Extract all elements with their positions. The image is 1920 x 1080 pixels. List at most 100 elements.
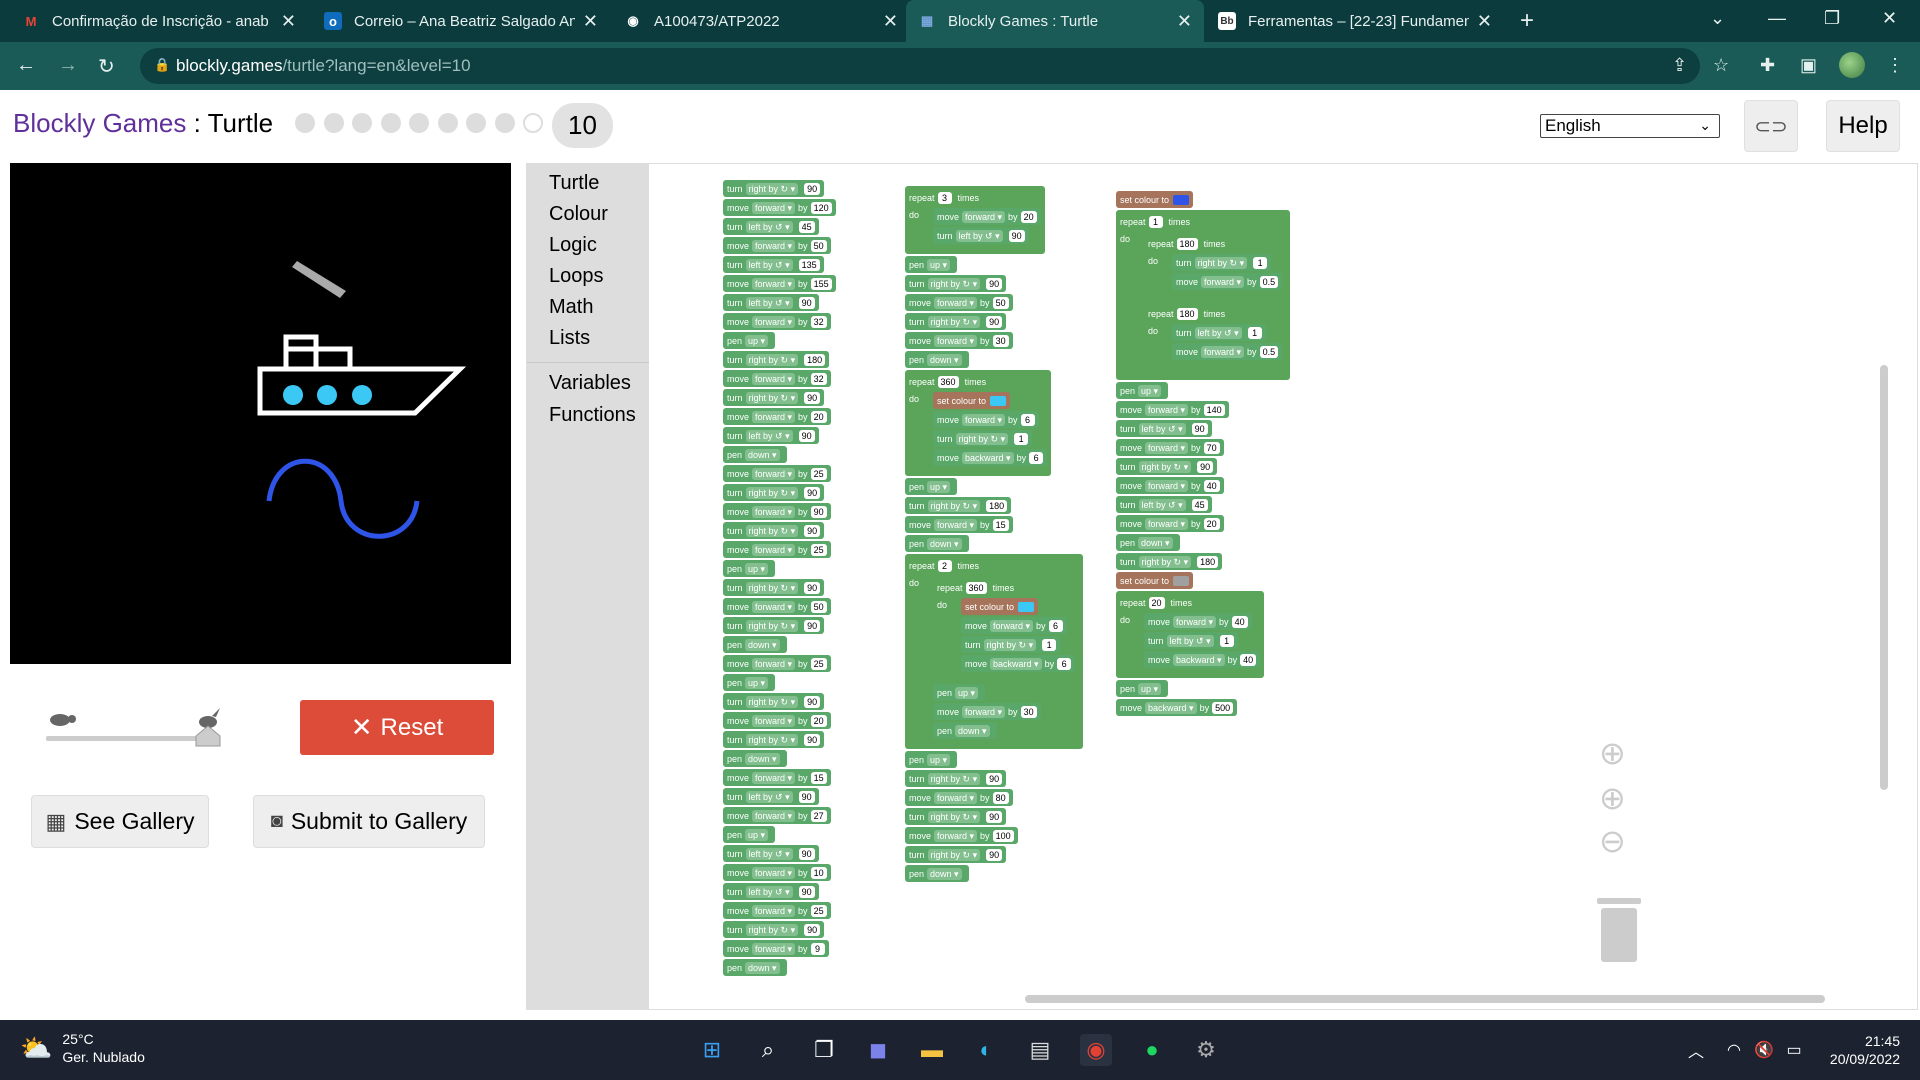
block-dropdown[interactable]: left by ↺ ▾: [745, 885, 793, 898]
turn-block[interactable]: turn right by ↻ ▾ 90: [905, 313, 1007, 330]
move-block[interactable]: move forward ▾ by 30: [933, 703, 1041, 720]
block-dropdown[interactable]: forward ▾: [752, 410, 796, 423]
block-dropdown[interactable]: left by ↺ ▾: [745, 220, 793, 233]
repeat-block[interactable]: repeat 3 times do move forward ▾ by 20 turn left …: [905, 186, 1045, 254]
block-dropdown[interactable]: forward ▾: [752, 505, 796, 518]
number-field[interactable]: 27: [810, 809, 827, 822]
number-field[interactable]: 90: [798, 847, 815, 860]
level-dot[interactable]: [438, 113, 458, 133]
block-dropdown[interactable]: right by ↻ ▾: [927, 499, 981, 512]
block-dropdown[interactable]: forward ▾: [934, 829, 978, 842]
block-dropdown[interactable]: up ▾: [745, 676, 769, 689]
number-field[interactable]: 90: [1197, 460, 1214, 473]
block-dropdown[interactable]: down ▾: [1138, 536, 1173, 549]
block-dropdown[interactable]: right by ↻ ▾: [745, 182, 799, 195]
colour-swatch[interactable]: [1173, 575, 1190, 586]
close-tab-icon[interactable]: ✕: [1177, 11, 1192, 32]
pen-block[interactable]: pen down ▾: [905, 351, 969, 368]
block-dropdown[interactable]: right by ↻ ▾: [745, 923, 799, 936]
turn-block[interactable]: turn left by ↺ ▾ 1: [1144, 632, 1238, 649]
vertical-scrollbar[interactable]: [1880, 365, 1888, 790]
turn-block[interactable]: turn right by ↻ ▾ 90: [723, 921, 825, 938]
menu-kebab-icon[interactable]: ⋮: [1886, 55, 1904, 76]
block-dropdown[interactable]: right by ↻ ▾: [745, 391, 799, 404]
number-field[interactable]: 360: [965, 582, 987, 594]
block-dropdown[interactable]: forward ▾: [752, 809, 796, 822]
toolbox-category-turtle[interactable]: Turtle: [549, 172, 599, 195]
number-field[interactable]: 90: [986, 848, 1003, 861]
turn-block[interactable]: turn left by ↺ ▾ 90: [723, 788, 819, 805]
block-dropdown[interactable]: up ▾: [745, 334, 769, 347]
clock[interactable]: 21:45 20/09/2022: [1826, 1032, 1900, 1068]
turn-block[interactable]: turn right by ↻ ▾ 90: [723, 180, 825, 197]
number-field[interactable]: 135: [798, 258, 820, 271]
see-gallery-button[interactable]: ▦ See Gallery: [31, 795, 209, 848]
number-field[interactable]: 1: [1042, 638, 1057, 651]
move-block[interactable]: move forward ▾ by 80: [905, 789, 1013, 806]
turn-block[interactable]: turn right by ↻ ▾ 90: [723, 579, 825, 596]
move-block[interactable]: move forward ▾ by 50: [723, 598, 831, 615]
block-dropdown[interactable]: forward ▾: [752, 771, 796, 784]
block-stack[interactable]: repeat 3 times do move forward ▾ by 20 turn left …: [905, 186, 1084, 884]
turn-block[interactable]: turn left by ↺ ▾ 90: [933, 227, 1029, 244]
turn-block[interactable]: turn right by ↻ ▾ 90: [905, 770, 1007, 787]
pen-block[interactable]: pen down ▾: [905, 865, 969, 882]
block-dropdown[interactable]: left by ↺ ▾: [1138, 498, 1186, 511]
zoom-in-icon[interactable]: ⊕: [1599, 779, 1626, 817]
toolbox-category-math[interactable]: Math: [549, 296, 593, 319]
show-hidden-icons[interactable]: ︿: [1680, 1034, 1712, 1066]
level-dot[interactable]: [409, 113, 429, 133]
level-dot[interactable]: [523, 113, 543, 133]
block-dropdown[interactable]: down ▾: [927, 353, 962, 366]
block-dropdown[interactable]: forward ▾: [752, 239, 796, 252]
side-panel-icon[interactable]: ▣: [1800, 55, 1817, 76]
number-field[interactable]: 90: [810, 505, 827, 518]
block-dropdown[interactable]: down ▾: [927, 867, 962, 880]
move-block[interactable]: move forward ▾ by 90: [723, 503, 831, 520]
number-field[interactable]: 25: [810, 657, 827, 670]
move-block[interactable]: move forward ▾ by 27: [723, 807, 831, 824]
number-field[interactable]: 25: [810, 904, 827, 917]
code-canvas[interactable]: turn right by ↻ ▾ 90 move forward ▾ by 120 turn…: [649, 164, 1919, 1009]
move-block[interactable]: move forward ▾ by 15: [905, 516, 1013, 533]
brand-link[interactable]: Blockly Games: [13, 108, 186, 138]
block-dropdown[interactable]: right by ↻ ▾: [745, 619, 799, 632]
number-field[interactable]: 6: [1057, 657, 1072, 670]
number-field[interactable]: 180: [986, 499, 1008, 512]
number-field[interactable]: 50: [810, 600, 827, 613]
move-block[interactable]: move forward ▾ by 0.5: [1172, 343, 1283, 360]
block-dropdown[interactable]: up ▾: [1138, 682, 1162, 695]
move-block[interactable]: move forward ▾ by 20: [723, 408, 831, 425]
move-block[interactable]: move forward ▾ by 40: [1144, 613, 1252, 630]
repeat-block[interactable]: repeat 360 times do set colour to move forward…: [905, 370, 1052, 476]
number-field[interactable]: 90: [804, 733, 821, 746]
pen-block[interactable]: pen down ▾: [723, 750, 787, 767]
level-dot[interactable]: [295, 113, 315, 133]
number-field[interactable]: 45: [1191, 498, 1208, 511]
repeat-block[interactable]: repeat 180 times do turn left by ↺ ▾ 1 move forw…: [1144, 302, 1287, 370]
share-icon[interactable]: ⇪: [1672, 55, 1687, 76]
store-icon[interactable]: ▤: [1024, 1034, 1056, 1066]
toolbox-category-functions[interactable]: Functions: [549, 404, 636, 427]
pen-block[interactable]: pen up ▾: [1116, 382, 1169, 399]
reload-icon[interactable]: ↻: [98, 54, 115, 79]
block-dropdown[interactable]: down ▾: [745, 638, 780, 651]
number-field[interactable]: 360: [937, 376, 959, 388]
block-dropdown[interactable]: backward ▾: [962, 451, 1014, 464]
close-tab-icon[interactable]: ✕: [583, 11, 598, 32]
repeat-block[interactable]: repeat 360 times do set colour to move forward…: [933, 576, 1080, 682]
block-dropdown[interactable]: right by ↻ ▾: [927, 277, 981, 290]
number-field[interactable]: 30: [992, 334, 1009, 347]
pen-block[interactable]: pen down ▾: [723, 636, 787, 653]
move-block[interactable]: move forward ▾ by 25: [723, 655, 831, 672]
turn-block[interactable]: turn right by ↻ ▾ 90: [905, 846, 1007, 863]
number-field[interactable]: 180: [1197, 555, 1219, 568]
number-field[interactable]: 90: [804, 182, 821, 195]
number-field[interactable]: 1: [1148, 216, 1163, 228]
number-field[interactable]: 90: [986, 772, 1003, 785]
number-field[interactable]: 45: [798, 220, 815, 233]
block-dropdown[interactable]: left by ↺ ▾: [1166, 634, 1214, 647]
number-field[interactable]: 25: [810, 467, 827, 480]
minimize-icon[interactable]: —: [1768, 8, 1786, 29]
block-dropdown[interactable]: forward ▾: [1145, 403, 1189, 416]
